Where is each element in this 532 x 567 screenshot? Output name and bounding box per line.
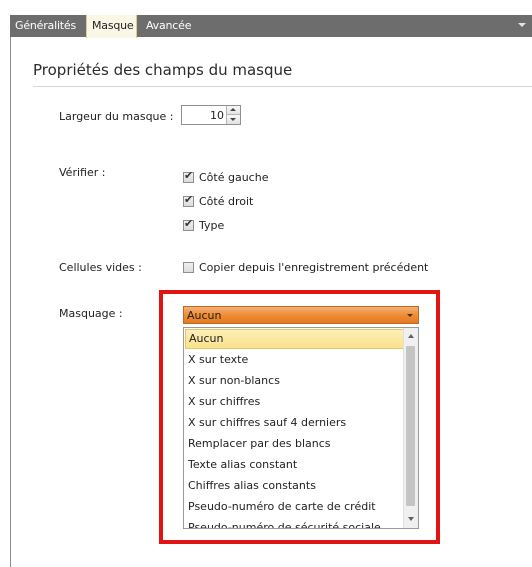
checkbox-label: Côté droit (199, 195, 254, 208)
chevron-down-icon (230, 118, 236, 121)
highlight-frame (159, 290, 440, 544)
masking-label: Masquage : (59, 307, 123, 320)
stepper-buttons (226, 106, 240, 124)
stepper-down-button[interactable] (227, 115, 240, 124)
tab-generalites[interactable]: Généralités (10, 15, 86, 37)
mask-width-label: Largeur du masque : (59, 110, 174, 123)
stepper-up-button[interactable] (227, 106, 240, 115)
checkbox-label: Type (199, 219, 225, 232)
section-title: Propriétés des champs du masque (33, 61, 293, 79)
mask-width-value[interactable]: 10 (210, 109, 224, 122)
mask-width-stepper[interactable]: 10 (181, 105, 241, 125)
checkbox-box[interactable] (183, 262, 194, 273)
checkbox-label: Côté gauche (199, 171, 269, 184)
section-divider (33, 86, 532, 87)
checkbox-box[interactable]: ✔ (183, 193, 194, 207)
chevron-up-icon (230, 108, 236, 111)
checkmark-icon: ✔ (184, 193, 194, 206)
empty-cells-label: Cellules vides : (59, 261, 142, 274)
tab-avancee[interactable]: Avancée (141, 15, 201, 37)
tab-bar: Généralités Masque Avancée (10, 15, 532, 38)
tab-masque[interactable]: Masque (86, 15, 137, 38)
checkmark-icon: ✔ (184, 217, 194, 230)
tab-overflow-chevron-down-icon[interactable] (518, 23, 526, 27)
panel-border (10, 37, 11, 567)
checkmark-icon: ✔ (184, 169, 194, 182)
checkbox-label: Copier depuis l'enregistrement précédent (199, 261, 429, 274)
checkbox-box[interactable]: ✔ (183, 217, 194, 231)
verify-label: Vérifier : (59, 166, 106, 179)
checkbox-box[interactable]: ✔ (183, 169, 194, 183)
